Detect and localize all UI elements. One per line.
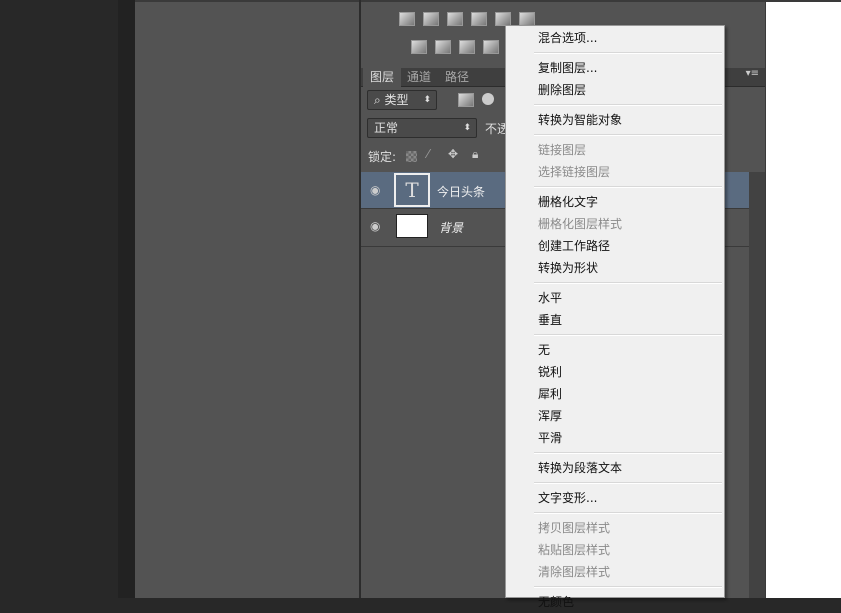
layer-name[interactable]: 背景 xyxy=(439,219,463,236)
menu-item[interactable]: 锐利 xyxy=(506,361,724,383)
filter-adjustment-icon[interactable] xyxy=(482,93,494,105)
menu-separator xyxy=(534,131,724,139)
menu-separator xyxy=(534,509,724,517)
tools-panel-area xyxy=(135,0,359,598)
menu-separator xyxy=(534,479,724,487)
menu-item[interactable]: 栅格化文字 xyxy=(506,191,724,213)
menu-separator xyxy=(534,183,724,191)
menu-separator xyxy=(534,331,724,339)
menu-separator xyxy=(534,449,724,457)
layer-thumbnail xyxy=(396,214,428,238)
menu-item[interactable]: 犀利 xyxy=(506,383,724,405)
threshold-icon[interactable] xyxy=(459,40,475,54)
visibility-eye-icon[interactable]: ◉ xyxy=(370,183,380,197)
menu-item: 粘贴图层样式 xyxy=(538,543,611,557)
menu-item[interactable]: 平滑 xyxy=(506,427,724,449)
menu-item[interactable]: 创建工作路径 xyxy=(506,235,724,257)
menu-item: 清除图层样式 xyxy=(538,565,611,579)
menu-item[interactable]: 水平 xyxy=(506,287,724,309)
menu-item: 栅格化图层样式 xyxy=(538,217,623,231)
levels-icon[interactable] xyxy=(399,12,415,26)
adjustment-icons-row-2 xyxy=(411,40,499,54)
menu-item[interactable]: 文字变形... xyxy=(506,487,724,509)
menu-item: 选择链接图层 xyxy=(538,165,611,179)
menu-item[interactable]: 转换为段落文本 xyxy=(506,457,724,479)
channel-mixer-icon[interactable] xyxy=(495,12,511,26)
menu-item[interactable]: 无 xyxy=(506,339,724,361)
panel-dock-strip xyxy=(118,0,135,598)
filter-image-icon[interactable] xyxy=(458,93,474,107)
invert-icon[interactable] xyxy=(411,40,427,54)
menu-item[interactable]: 转换为智能对象 xyxy=(506,109,724,131)
visibility-eye-icon[interactable]: ◉ xyxy=(370,219,380,233)
tab-layers[interactable]: 图层 xyxy=(363,68,402,87)
posterize-icon[interactable] xyxy=(435,40,451,54)
lock-all-icon[interactable]: 🔒︎ xyxy=(472,147,478,162)
menu-item[interactable]: 无颜色 xyxy=(506,591,724,613)
menu-separator xyxy=(534,49,724,57)
black-white-icon[interactable] xyxy=(447,12,463,26)
menu-separator xyxy=(534,583,724,591)
lock-brush-icon[interactable]: ⁄ xyxy=(427,147,429,161)
menu-item: 链接图层 xyxy=(538,143,587,157)
menu-separator xyxy=(534,101,724,109)
tab-channels[interactable]: 通道 xyxy=(400,68,438,87)
menu-item[interactable]: 删除图层 xyxy=(506,79,724,101)
blend-mode-value: 正常 xyxy=(374,121,399,135)
menu-item[interactable]: 混合选项... xyxy=(506,27,724,49)
color-lookup-icon[interactable] xyxy=(519,12,535,26)
layer-name[interactable]: 今日头条 xyxy=(437,183,485,200)
balance-icon[interactable] xyxy=(423,12,439,26)
adjustment-icons-row-1 xyxy=(399,12,535,26)
lock-label: 锁定: xyxy=(368,150,397,164)
workspace-left xyxy=(0,0,118,598)
filter-kind-value: 类型 xyxy=(384,93,409,107)
menu-item[interactable]: 转换为形状 xyxy=(506,257,724,279)
tab-paths[interactable]: 路径 xyxy=(438,68,476,87)
panel-menu-icon[interactable]: ▾≡ xyxy=(746,68,759,79)
blend-mode-select[interactable]: 正常 ⬍ xyxy=(367,118,477,138)
gradient-map-icon[interactable] xyxy=(483,40,499,54)
lock-transparent-icon[interactable] xyxy=(406,151,417,162)
photo-filter-icon[interactable] xyxy=(471,12,487,26)
text-layer-thumbnail-icon: T xyxy=(394,173,430,207)
menu-item[interactable]: 复制图层... xyxy=(506,57,724,79)
lock-move-icon[interactable]: ✥ xyxy=(448,147,458,161)
menu-separator xyxy=(534,279,724,287)
document-canvas[interactable] xyxy=(765,0,841,598)
menu-item: 拷贝图层样式 xyxy=(538,521,611,535)
layer-context-menu: 混合选项... 复制图层... 删除图层转换为智能对象链接图层选择链接图层栅格化文字… xyxy=(505,25,725,609)
filter-kind-select[interactable]: ⌕ 类型 ⬍ xyxy=(367,90,437,110)
menu-item[interactable]: 垂直 xyxy=(506,309,724,331)
menu-item[interactable]: 浑厚 xyxy=(506,405,724,427)
layers-scrollbar[interactable] xyxy=(749,172,765,598)
